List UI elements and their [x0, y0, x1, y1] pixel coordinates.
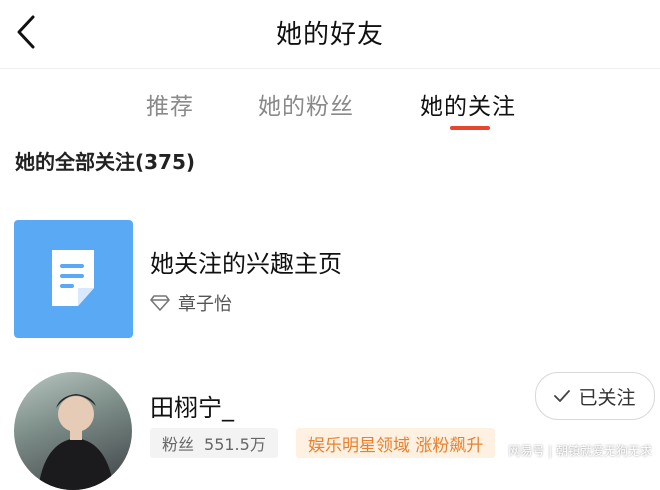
fans-count-badge: 粉丝 551.5万	[150, 428, 278, 458]
interest-page-item[interactable]: 她关注的兴趣主页 章子怡	[0, 210, 660, 350]
fans-count: 551.5万	[204, 435, 266, 454]
diamond-icon	[150, 295, 170, 311]
interest-owner: 章子怡	[150, 290, 232, 316]
active-tab-indicator	[450, 126, 490, 130]
tab-bar: 推荐 她的粉丝 她的关注	[0, 69, 660, 139]
tab-recommend[interactable]: 推荐	[146, 87, 194, 121]
interest-tile	[14, 220, 133, 338]
following-button-label: 已关注	[578, 386, 636, 409]
top-bar: 她的好友	[0, 0, 660, 69]
source-watermark: 网易号 | 朝镇就爱无狗无求	[508, 444, 652, 458]
fans-label: 粉丝	[162, 435, 195, 454]
avatar[interactable]	[14, 372, 132, 490]
tab-her-following[interactable]: 她的关注	[420, 87, 516, 121]
following-count-heading: 她的全部关注(375)	[15, 150, 196, 174]
trending-tag-badge: 娱乐明星领域 涨粉飙升	[296, 428, 496, 458]
check-icon	[554, 390, 571, 402]
avatar-photo	[38, 394, 114, 490]
following-button[interactable]: 已关注	[535, 372, 655, 420]
document-icon	[52, 250, 94, 306]
page-title: 她的好友	[275, 20, 384, 50]
interest-owner-name: 章子怡	[178, 294, 232, 315]
interest-title: 她关注的兴趣主页	[150, 250, 342, 278]
tab-her-fans[interactable]: 她的粉丝	[258, 87, 354, 121]
user-name[interactable]: 田栩宁_	[150, 388, 234, 423]
